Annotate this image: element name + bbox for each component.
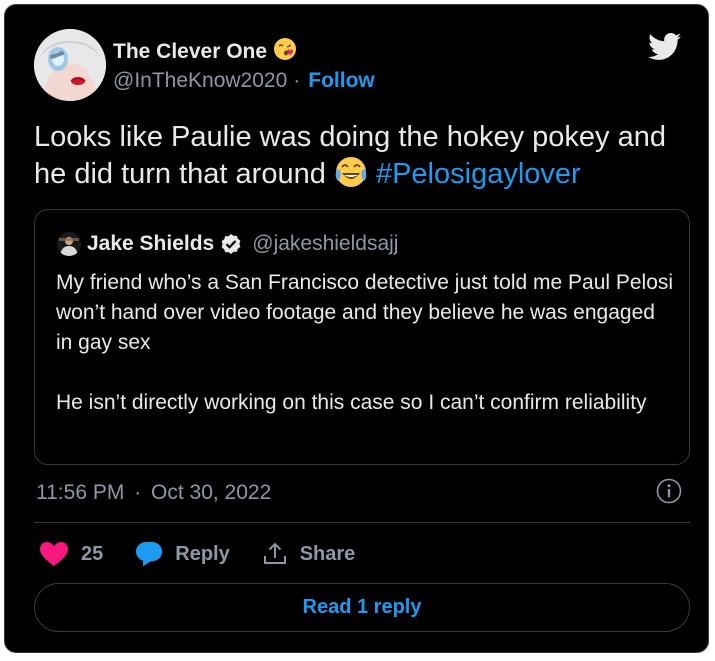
tweet-card: The Clever One @InTheKnow2020 · Follow L…	[4, 4, 709, 653]
reply-label: Reply	[175, 542, 230, 565]
quoted-tweet-header: Jake Shields @jakeshieldsajj	[57, 232, 398, 256]
quoted-tweet-body: My friend who’s a San Francisco detectiv…	[56, 268, 676, 418]
quoted-tweet[interactable]: Jake Shields @jakeshieldsajj My friend w…	[34, 209, 690, 465]
quoted-paragraph: My friend who’s a San Francisco detectiv…	[56, 271, 674, 354]
share-button[interactable]: Share	[262, 541, 356, 567]
author-avatar[interactable]	[34, 29, 106, 101]
like-count: 25	[81, 542, 104, 565]
action-bar: 25 Reply Share	[39, 537, 387, 571]
divider	[34, 522, 690, 523]
quoted-author-handle: @jakeshieldsajj	[252, 232, 399, 255]
quoted-paragraph: He isn’t directly working on this case s…	[56, 391, 647, 414]
author-name-row: The Clever One	[113, 37, 297, 66]
tweet-date: Oct 30, 2022	[151, 481, 272, 504]
share-icon	[263, 542, 286, 564]
info-icon[interactable]	[656, 478, 682, 504]
follow-button[interactable]: Follow	[308, 69, 375, 93]
tweet-timestamp[interactable]: 11:56 PM · Oct 30, 2022	[36, 481, 271, 505]
heart-icon	[40, 542, 68, 566]
author-handle-row: @InTheKnow2020 · Follow	[113, 69, 375, 93]
verified-badge-icon	[220, 233, 242, 255]
quoted-author-name: Jake Shields	[87, 232, 215, 255]
read-replies-button[interactable]: Read 1 reply	[34, 583, 690, 632]
twitter-bird-icon[interactable]	[648, 33, 682, 61]
author-name[interactable]: The Clever One	[113, 40, 267, 64]
tweet-text: Looks like Paulie was doing the hokey po…	[34, 119, 694, 198]
quoted-author-avatar	[57, 232, 81, 256]
dot-separator: ·	[293, 69, 301, 92]
dot-separator: ·	[134, 481, 142, 504]
tears-of-joy-emoji-icon	[334, 155, 368, 198]
tweet-time: 11:56 PM	[36, 481, 125, 504]
share-label: Share	[299, 542, 356, 565]
reply-bubble-icon	[136, 542, 163, 567]
kiss-emoji-icon	[273, 37, 297, 66]
reply-button[interactable]: Reply	[135, 541, 230, 567]
hashtag-link[interactable]: #Pelosigaylover	[376, 158, 581, 190]
author-handle[interactable]: @InTheKnow2020	[113, 69, 287, 93]
like-button[interactable]: 25	[39, 541, 103, 567]
